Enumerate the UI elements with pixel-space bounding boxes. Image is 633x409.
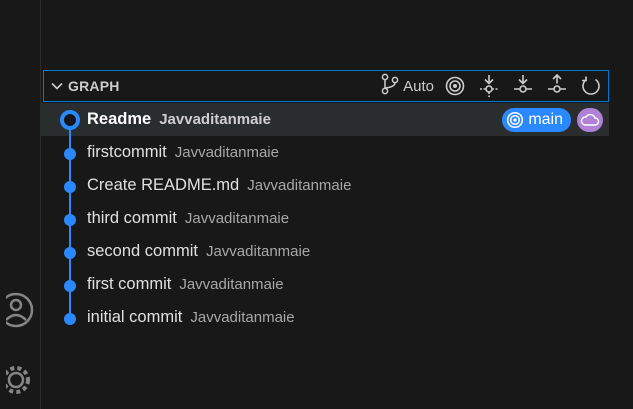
commit-message: Readme <box>87 110 152 128</box>
commit-row[interactable]: Readme Javvaditanmaie main <box>41 103 609 136</box>
commit-author: Javvaditanmaie <box>174 144 279 161</box>
commit-dot <box>64 181 76 193</box>
commit-message: initial commit <box>87 308 183 326</box>
branch-name: main <box>528 110 563 128</box>
graph-node <box>41 136 87 169</box>
commit-author: Javvaditanmaie <box>205 243 311 260</box>
commit-row[interactable]: first commit Javvaditanmaie <box>41 268 609 301</box>
commit-message: Create README.md <box>87 176 240 194</box>
commit-message: first commit <box>87 275 172 293</box>
commit-dot <box>64 280 76 292</box>
commit-row[interactable]: third commit Javvaditanmaie <box>41 202 609 235</box>
commit-author: Javvaditanmaie <box>184 210 290 227</box>
commit-dot <box>64 214 76 226</box>
fetch-icon[interactable] <box>476 73 502 99</box>
refresh-icon[interactable] <box>578 73 604 99</box>
activity-bar <box>0 0 41 409</box>
graph-node <box>41 268 87 301</box>
commit-dot <box>64 247 76 259</box>
window: GRAPH Auto Readme Javvaditanmaie main fi… <box>0 0 633 409</box>
commit-author: Javvaditanmaie <box>247 177 352 194</box>
graph-title: GRAPH <box>68 78 120 94</box>
pull-icon[interactable] <box>510 73 536 99</box>
commit-row[interactable]: Create README.md Javvaditanmaie <box>41 169 609 202</box>
graph-header-actions: Auto <box>380 71 608 101</box>
target-icon <box>507 111 524 128</box>
cloud-icon <box>580 113 600 126</box>
commit-message: firstcommit <box>87 143 167 161</box>
target-icon[interactable] <box>442 73 468 99</box>
commit-graph-list: Readme Javvaditanmaie main firstcommit J… <box>41 103 609 334</box>
branch-badge-main[interactable]: main <box>502 107 571 132</box>
ref-badges: main <box>502 107 609 132</box>
graph-node <box>41 202 87 235</box>
commit-author: Javvaditanmaie <box>179 276 284 293</box>
accounts-icon[interactable] <box>0 292 41 328</box>
graph-node <box>41 235 87 268</box>
graph-node <box>41 103 87 136</box>
auto-branch-button[interactable]: Auto <box>380 73 434 99</box>
commit-row[interactable]: firstcommit Javvaditanmaie <box>41 136 609 169</box>
source-control-sidebar: GRAPH Auto Readme Javvaditanmaie main fi… <box>41 0 633 409</box>
graph-node <box>41 301 87 334</box>
commit-row[interactable]: second commit Javvaditanmaie <box>41 235 609 268</box>
commit-message: third commit <box>87 209 177 227</box>
push-icon[interactable] <box>544 73 570 99</box>
chevron-down-icon[interactable] <box>46 71 68 101</box>
commit-author: Javvaditanmaie <box>190 309 295 326</box>
remote-badge[interactable] <box>577 107 603 132</box>
manage-gear-icon[interactable] <box>0 362 41 398</box>
commit-message: second commit <box>87 242 198 260</box>
source-control-icon <box>380 73 400 100</box>
commit-row[interactable]: initial commit Javvaditanmaie <box>41 301 609 334</box>
commit-dot <box>64 148 76 160</box>
commit-dot <box>64 313 76 325</box>
commit-author: Javvaditanmaie <box>159 111 271 128</box>
head-commit-dot <box>60 110 80 130</box>
graph-node <box>41 169 87 202</box>
auto-label: Auto <box>403 77 434 95</box>
graph-section-header[interactable]: GRAPH Auto <box>43 70 609 102</box>
